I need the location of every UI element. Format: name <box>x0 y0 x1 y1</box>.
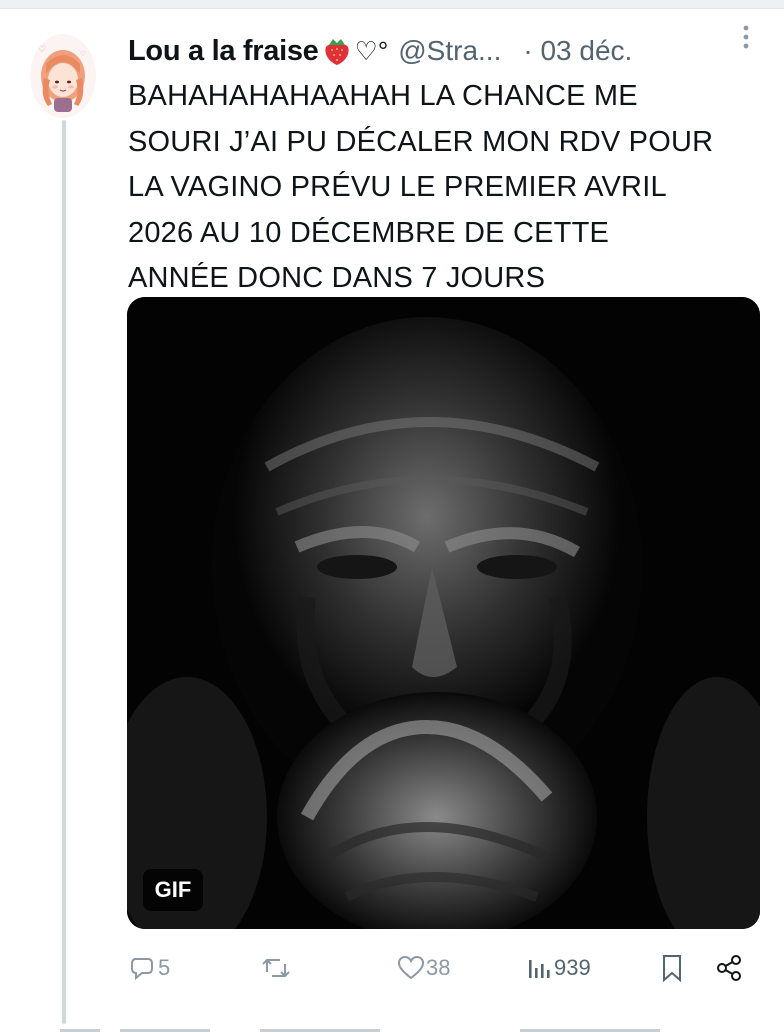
display-name[interactable]: Lou a la fraise <box>128 35 319 68</box>
retweet-icon <box>260 954 292 982</box>
gif-media[interactable]: GIF <box>127 297 760 929</box>
bookmark-button[interactable] <box>660 948 684 988</box>
tweet-text-line: BAHAHAHAHAAHAH LA CHANCE ME <box>128 80 638 112</box>
user-handle[interactable]: @Stra... <box>398 35 501 67</box>
tweet-text-line: 2026 AU 10 DÉCEMBRE DE CETTE <box>128 216 610 249</box>
svg-text:♡: ♡ <box>38 45 46 55</box>
reply-bubble-icon <box>128 954 156 982</box>
tweet-text-line: LA VAGINO PRÉVU LE PREMIER AVRIL <box>128 171 667 203</box>
retweet-button[interactable] <box>260 948 292 988</box>
views-count: 939 <box>554 955 591 980</box>
tweet-text-line: ANNÉE DONC DANS 7 JOURS <box>128 262 546 294</box>
like-count: 38 <box>426 955 451 980</box>
svg-text:♡: ♡ <box>80 50 86 58</box>
tweet-date[interactable]: · 03 déc. <box>523 35 632 67</box>
tweet[interactable]: ♡ ♡ Lou a la fraise ♡° @Stra... · 03 déc… <box>0 8 784 1032</box>
views-button[interactable]: 939 <box>526 948 591 988</box>
next-tweet-peek <box>60 1020 760 1032</box>
reply-count: 5 <box>158 955 171 980</box>
views-bar-icon <box>526 954 552 982</box>
avatar[interactable]: ♡ ♡ <box>30 34 96 118</box>
heart-decoration-icon: ♡° <box>354 35 389 66</box>
share-icon <box>714 953 744 983</box>
more-vertical-icon[interactable] <box>738 22 754 52</box>
tweet-text: BAHAHAHAHAAHAH LA CHANCE ME SOURI J’AI P… <box>128 74 768 302</box>
thread-connector-line <box>62 120 66 1024</box>
gif-badge[interactable]: GIF <box>143 869 203 911</box>
gif-image <box>127 297 760 929</box>
share-button[interactable] <box>714 948 744 988</box>
bookmark-icon <box>660 953 684 983</box>
strawberry-icon <box>321 34 353 68</box>
tweet-actions: 5 38 939 <box>128 948 768 988</box>
like-button[interactable]: 38 <box>396 948 450 988</box>
heart-icon <box>396 954 426 982</box>
avatar-illustration: ♡ ♡ <box>30 34 96 118</box>
reply-button[interactable]: 5 <box>128 948 170 988</box>
tweet-header: Lou a la fraise ♡° @Stra... · 03 déc. <box>128 28 768 74</box>
tweet-text-line: SOURI J’AI PU DÉCALER MON RDV POUR <box>128 125 714 158</box>
